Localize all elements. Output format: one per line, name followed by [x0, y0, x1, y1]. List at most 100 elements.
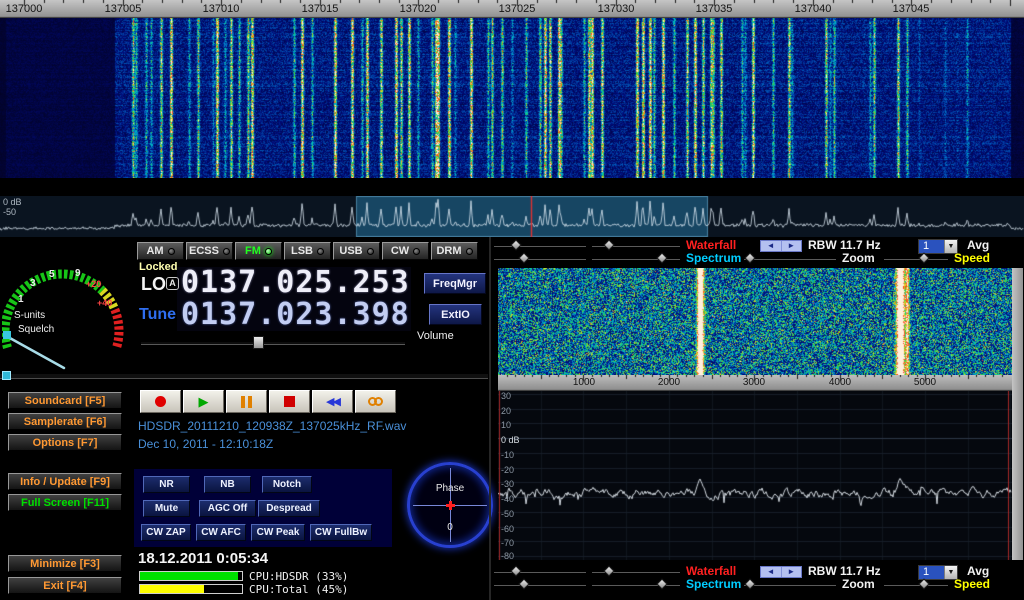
volume-slider[interactable]: [141, 341, 405, 345]
lo-frequency-value[interactable]: 0137.025.253: [181, 268, 410, 298]
s-meter-mark: +40: [97, 298, 112, 308]
speed-slider[interactable]: [884, 579, 948, 590]
tune-label: Tune: [139, 306, 176, 324]
slider-thumb[interactable]: [744, 578, 755, 589]
stop-icon: [284, 396, 295, 407]
phase-scope[interactable]: Phase 0: [407, 462, 493, 548]
lo-badge[interactable]: A: [166, 277, 179, 290]
despread-button[interactable]: Despread: [258, 500, 320, 517]
zoom-slider[interactable]: [744, 253, 836, 264]
mode-button-cw[interactable]: CW: [382, 242, 429, 260]
cpu-total-bar: [139, 584, 243, 594]
record-button[interactable]: [140, 390, 181, 413]
extio-button[interactable]: ExtIO: [429, 304, 482, 325]
squelch-slider[interactable]: [0, 373, 488, 379]
fullscreen-label: Full Screen [F11]: [21, 497, 109, 509]
mode-led-icon: [413, 248, 420, 255]
spectrum-scroll-control[interactable]: ◄►: [760, 566, 802, 578]
slider-thumb[interactable]: [744, 252, 755, 263]
rf-spectrum-canvas[interactable]: [0, 196, 1024, 237]
rf-spectrum[interactable]: 0 dB -50: [0, 196, 1024, 237]
squelch-label: Squelch: [18, 324, 54, 335]
notch-label: Notch: [273, 479, 301, 490]
nb-button[interactable]: NB: [204, 476, 251, 493]
zoom-slider[interactable]: [744, 579, 836, 590]
spectrum-label: Spectrum: [686, 252, 741, 265]
squelch-slider-thumb[interactable]: [2, 371, 11, 380]
notch-button[interactable]: Notch: [262, 476, 312, 493]
nr-button[interactable]: NR: [143, 476, 190, 493]
slider-thumb[interactable]: [918, 252, 929, 263]
mode-led-icon: [466, 248, 473, 255]
lo-label: LO: [141, 274, 166, 295]
samplerate-button[interactable]: Samplerate [F6]: [8, 413, 122, 430]
af-spectrum-canvas[interactable]: [498, 391, 1012, 560]
waterfall-brightness-slider[interactable]: [494, 566, 586, 577]
rf-waterfall[interactable]: [0, 0, 1024, 178]
soundcard-button[interactable]: Soundcard [F5]: [8, 392, 122, 409]
spectrum-brightness-slider[interactable]: [494, 579, 586, 590]
rewind-button[interactable]: ◀◀: [312, 390, 353, 413]
agc-off-button[interactable]: AGC Off: [199, 500, 256, 517]
despread-label: Despread: [266, 503, 312, 514]
pause-button[interactable]: [226, 390, 267, 413]
slider-thumb[interactable]: [518, 252, 529, 263]
slider-track: [494, 258, 586, 260]
avg-dropdown-value: 1: [919, 240, 944, 253]
stop-button[interactable]: [269, 390, 310, 413]
tune-frequency-value[interactable]: 0137.023.398: [181, 300, 410, 330]
volume-slider-thumb[interactable]: [253, 336, 264, 349]
mute-button[interactable]: Mute: [143, 500, 190, 517]
mode-button-fm[interactable]: FM: [235, 242, 282, 260]
slider-thumb[interactable]: [518, 578, 529, 589]
af-spectrum[interactable]: 30 20 10 0 dB -10 -20 -30 -40 -50 -60 -7…: [498, 391, 1012, 560]
info-update-button[interactable]: Info / Update [F9]: [8, 473, 122, 490]
cw-fullbw-button[interactable]: CW FullBw: [310, 524, 372, 541]
mode-button-am[interactable]: AM: [137, 242, 184, 260]
waterfall-contrast-slider[interactable]: [592, 566, 680, 577]
af-frequency-scale[interactable]: 1000 2000 3000 4000 5000: [498, 375, 1012, 391]
rf-frequency-scale[interactable]: 137000 137005 137010 137015 137020 13702…: [0, 0, 1024, 18]
mode-button-ecss[interactable]: ECSS: [186, 242, 233, 260]
scroll-right-icon[interactable]: ►: [782, 567, 802, 577]
mode-button-usb[interactable]: USB: [333, 242, 380, 260]
nb-label: NB: [220, 479, 234, 490]
af-tick-label: 5000: [914, 377, 936, 388]
speed-label: Speed: [954, 578, 990, 591]
loop-button[interactable]: [355, 390, 396, 413]
speed-slider[interactable]: [884, 253, 948, 264]
spectrum-contrast-slider[interactable]: [592, 579, 680, 590]
spectrum-scroll-control[interactable]: ◄►: [760, 240, 802, 252]
freqmgr-button[interactable]: FreqMgr: [424, 273, 486, 294]
fullscreen-button[interactable]: Full Screen [F11]: [8, 494, 122, 511]
slider-thumb[interactable]: [510, 565, 521, 576]
mode-button-drm[interactable]: DRM: [431, 242, 478, 260]
play-icon: ▶: [199, 395, 209, 408]
cpu-hdsdr-fill: [140, 572, 238, 580]
samplerate-label: Samplerate [F6]: [24, 416, 107, 428]
slider-thumb[interactable]: [603, 239, 614, 250]
slider-thumb[interactable]: [510, 239, 521, 250]
play-button[interactable]: ▶: [183, 390, 224, 413]
spectrum-contrast-slider[interactable]: [592, 253, 680, 264]
exit-button[interactable]: Exit [F4]: [8, 577, 122, 594]
scroll-left-icon[interactable]: ◄: [761, 241, 782, 251]
af-waterfall[interactable]: [498, 268, 1012, 375]
cw-zap-button[interactable]: CW ZAP: [141, 524, 191, 541]
slider-thumb[interactable]: [918, 578, 929, 589]
waterfall-brightness-slider[interactable]: [494, 240, 586, 251]
cw-peak-button[interactable]: CW Peak: [251, 524, 305, 541]
right-gutter[interactable]: [1012, 268, 1023, 560]
minimize-button[interactable]: Minimize [F3]: [8, 555, 122, 572]
scroll-left-icon[interactable]: ◄: [761, 567, 782, 577]
slider-thumb[interactable]: [656, 252, 667, 263]
spectrum-brightness-slider[interactable]: [494, 253, 586, 264]
waterfall-contrast-slider[interactable]: [592, 240, 680, 251]
slider-thumb[interactable]: [656, 578, 667, 589]
slider-thumb[interactable]: [603, 565, 614, 576]
scroll-right-icon[interactable]: ►: [782, 241, 802, 251]
cw-afc-button[interactable]: CW AFC: [196, 524, 246, 541]
mode-button-lsb[interactable]: LSB: [284, 242, 331, 260]
slider-track: [494, 584, 586, 586]
options-button[interactable]: Options [F7]: [8, 434, 122, 451]
